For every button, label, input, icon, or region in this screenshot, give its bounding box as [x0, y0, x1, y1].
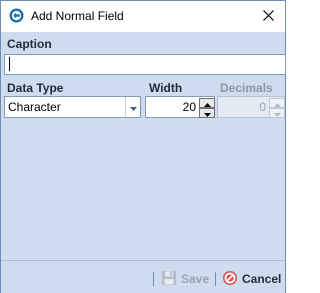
cancel-button[interactable]: Cancel [222, 269, 281, 289]
dialog-footer: Save Cancel [1, 260, 285, 293]
cancel-circle-icon [222, 270, 238, 289]
footer-separator [153, 272, 154, 286]
close-icon [262, 9, 274, 24]
dialog-title: Add Normal Field [31, 9, 124, 23]
decimals-value: 0 [259, 100, 266, 114]
arrow-down-icon [273, 106, 281, 120]
title-bar: Add Normal Field [1, 1, 285, 32]
width-spin-buttons [199, 98, 215, 118]
decimals-decrement-button [269, 108, 285, 118]
width-spinner[interactable]: 20 [145, 96, 215, 118]
save-button[interactable]: Save [161, 269, 209, 289]
add-normal-field-dialog: Add Normal Field Caption Data Type Width… [0, 0, 286, 293]
decimals-label: Decimals [220, 81, 273, 95]
chevron-down-icon [129, 100, 137, 114]
data-type-dropdown-button[interactable] [125, 97, 140, 117]
app-logo-icon [9, 8, 24, 23]
decimals-spin-buttons [269, 98, 285, 118]
footer-separator [215, 272, 216, 286]
cancel-label: Cancel [242, 272, 282, 286]
data-type-dropdown[interactable]: Character [4, 96, 141, 118]
close-button[interactable] [251, 1, 285, 32]
data-type-value: Character [8, 100, 61, 114]
width-decrement-button[interactable] [199, 108, 215, 118]
decimals-spinner: 0 [217, 96, 285, 118]
width-label: Width [149, 81, 183, 95]
dialog-body: Caption Data Type Width Decimals Charact… [1, 32, 286, 260]
caption-label: Caption [7, 37, 52, 51]
text-caret [9, 57, 10, 71]
width-value: 20 [182, 100, 196, 114]
save-label: Save [181, 272, 210, 286]
arrow-down-icon [203, 106, 211, 120]
data-type-label: Data Type [7, 81, 64, 95]
caption-input[interactable] [4, 54, 286, 75]
floppy-disk-icon [161, 270, 177, 289]
